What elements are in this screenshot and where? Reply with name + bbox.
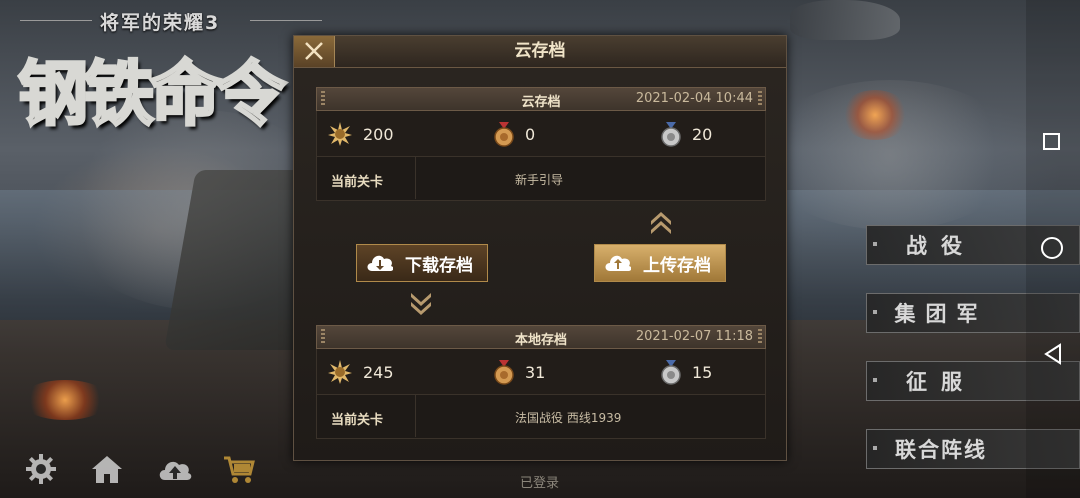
gold-star-medal-icon — [328, 122, 352, 146]
recent-apps-icon[interactable] — [1043, 133, 1060, 150]
campaign-label: 战役 — [906, 234, 976, 258]
cloud-download-icon — [367, 255, 393, 271]
united-front-label: 联合阵线 — [895, 438, 987, 462]
row-divider — [415, 157, 416, 199]
upload-save-button[interactable]: 上传存档 — [594, 244, 726, 282]
cloud-save-panel: 云存档 2021-02-04 10:44 200 0 20 当前关卡 新手引导 — [316, 87, 766, 201]
silver-medal-icon — [661, 360, 681, 385]
back-icon[interactable] — [1043, 343, 1063, 365]
conquest-label: 征服 — [906, 370, 976, 394]
gold-medal-count: 245 — [363, 362, 394, 382]
silver-medal-count: 15 — [692, 362, 713, 382]
close-button[interactable] — [294, 36, 335, 67]
button-dot — [873, 310, 877, 314]
home-nav-icon[interactable] — [1041, 237, 1063, 259]
bronze-medal-icon — [494, 360, 514, 385]
bronze-medal-icon — [494, 122, 514, 147]
upload-save-label: 上传存档 — [643, 255, 711, 276]
silver-medal-count: 20 — [692, 124, 713, 144]
cloud-level-row: 当前关卡 新手引导 — [316, 157, 766, 201]
cloud-level-value: 新手引导 — [515, 173, 564, 187]
game-subtitle: 将军的荣耀3 — [100, 12, 221, 34]
airplane — [790, 0, 900, 40]
silver-medal-stat: 20 — [660, 121, 712, 147]
header-dots — [758, 329, 762, 345]
close-icon — [305, 42, 323, 60]
download-save-button[interactable]: 下载存档 — [356, 244, 488, 282]
fire — [20, 380, 110, 420]
shopping-cart-icon[interactable] — [222, 452, 256, 486]
cloud-upload-icon[interactable] — [156, 452, 194, 486]
logo-line-left — [20, 20, 92, 21]
cloud-medal-row: 200 0 20 — [316, 111, 766, 157]
gold-medal-count: 200 — [363, 124, 394, 144]
download-save-label: 下载存档 — [405, 255, 473, 276]
chevron-up-icon — [651, 212, 671, 234]
bronze-medal-stat: 0 — [493, 121, 535, 147]
dialog-title: 云存档 — [294, 36, 786, 68]
silver-medal-stat: 15 — [660, 359, 712, 385]
silver-medal-icon — [661, 122, 681, 147]
cloud-upload-icon — [605, 255, 631, 271]
gear-icon[interactable] — [24, 452, 58, 486]
login-status: 已登录 — [520, 476, 560, 491]
local-save-panel: 本地存档 2021-02-07 11:18 245 31 15 当前关卡 法国战… — [316, 325, 766, 439]
chevron-down-icon — [411, 293, 431, 315]
bronze-medal-count: 31 — [525, 362, 546, 382]
local-level-label: 当前关卡 — [331, 413, 384, 428]
cloud-level-label: 当前关卡 — [331, 175, 384, 190]
local-level-value: 法国战役 西线1939 — [515, 411, 622, 425]
army-group-label: 集团军 — [894, 302, 988, 326]
header-dots — [758, 91, 762, 107]
bronze-medal-count: 0 — [525, 124, 536, 144]
bronze-medal-stat: 31 — [493, 359, 545, 385]
local-save-header: 本地存档 2021-02-07 11:18 — [316, 325, 766, 349]
home-icon[interactable] — [90, 452, 124, 486]
fire — [840, 90, 910, 140]
logo-line-right — [250, 20, 322, 21]
button-dot — [873, 242, 877, 246]
button-dot — [873, 378, 877, 382]
row-divider — [415, 395, 416, 437]
cloud-save-header: 云存档 2021-02-04 10:44 — [316, 87, 766, 111]
local-save-date: 2021-02-07 11:18 — [635, 329, 753, 344]
cloud-save-date: 2021-02-04 10:44 — [635, 91, 753, 106]
local-medal-row: 245 31 15 — [316, 349, 766, 395]
button-dot — [873, 446, 877, 450]
local-level-row: 当前关卡 法国战役 西线1939 — [316, 395, 766, 439]
gold-medal-stat: 245 — [327, 359, 394, 385]
game-logo: 钢铁命令 — [17, 52, 288, 137]
cloud-save-dialog: 云存档 云存档 2021-02-04 10:44 200 0 20 当前关卡 新… — [293, 35, 787, 461]
gold-medal-stat: 200 — [327, 121, 394, 147]
gold-star-medal-icon — [328, 360, 352, 384]
